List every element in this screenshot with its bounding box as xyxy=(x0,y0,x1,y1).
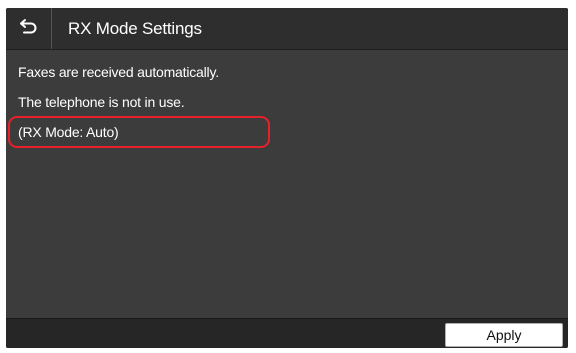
message-line-receive: Faxes are received automatically. xyxy=(18,64,219,80)
device-screen: RX Mode Settings Faxes are received auto… xyxy=(6,8,568,348)
back-button[interactable] xyxy=(6,8,52,49)
message-line-telephone: The telephone is not in use. xyxy=(18,94,185,110)
settings-message: Faxes are received automatically. The te… xyxy=(6,50,568,318)
apply-button[interactable]: Apply xyxy=(445,323,563,347)
back-arrow-icon xyxy=(19,18,39,39)
bottom-bar: Apply xyxy=(6,318,568,348)
title-bar: RX Mode Settings xyxy=(6,8,568,50)
highlight-box xyxy=(8,116,270,148)
page-title: RX Mode Settings xyxy=(68,19,202,38)
